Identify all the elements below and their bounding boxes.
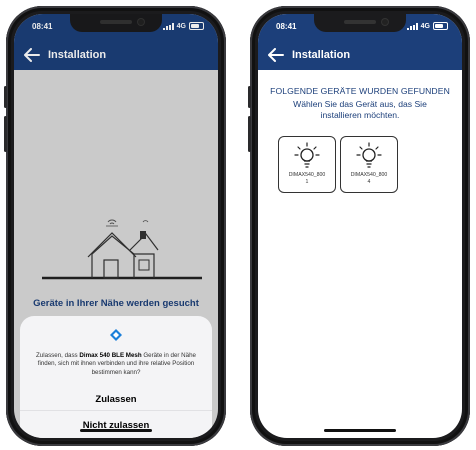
- side-button: [248, 86, 251, 108]
- status-bar: 08:41 4G: [258, 14, 462, 40]
- side-button: [248, 116, 251, 152]
- device-name: DIMAX540_800: [288, 172, 326, 178]
- bluetooth-diamond-icon: [109, 328, 123, 347]
- device-name: DIMAX540_800: [350, 172, 388, 178]
- home-indicator[interactable]: [324, 429, 396, 432]
- network-type: 4G: [420, 22, 430, 30]
- battery-icon: [433, 22, 448, 30]
- side-button: [4, 116, 7, 152]
- divider: [20, 410, 212, 411]
- device-card-1[interactable]: DIMAX540_800 1: [278, 136, 336, 193]
- back-arrow-icon[interactable]: [264, 43, 288, 67]
- bulb-icon: [294, 141, 320, 176]
- notch: [314, 14, 406, 32]
- page-title: Installation: [292, 49, 351, 61]
- screen-right: 08:41 4G Installation FOLGENDE GERÄTE WU…: [258, 14, 462, 438]
- found-devices-title: FOLGENDE GERÄTE WURDEN GEFUNDEN: [270, 86, 450, 96]
- device-label: DIMAX540_800 4: [341, 172, 397, 185]
- app-name: Dimax 540 BLE Mesh: [79, 352, 142, 359]
- side-button: [4, 86, 7, 108]
- permission-text: Zulassen, dass Dimax 540 BLE Mesh Geräte…: [28, 352, 204, 377]
- app-bar: Installation: [258, 40, 462, 70]
- status-time: 08:41: [276, 22, 297, 31]
- phone-frame-left: 08:41 4G Installation Geräte in Ihrer Nä…: [4, 6, 226, 446]
- status-indicators: 4G: [406, 22, 448, 30]
- device-label: DIMAX540_800 1: [279, 172, 335, 185]
- permission-text-before: Zulassen, dass: [36, 352, 80, 359]
- home-indicator[interactable]: [80, 429, 152, 432]
- screen-left: 08:41 4G Installation Geräte in Ihrer Nä…: [14, 14, 218, 438]
- device-index: 1: [305, 178, 309, 185]
- found-devices-subtitle: Wählen Sie das Gerät aus, das Sie instal…: [293, 99, 427, 120]
- device-card-2[interactable]: DIMAX540_800 4: [340, 136, 398, 193]
- bulb-icon: [356, 141, 382, 176]
- device-index: 4: [367, 178, 371, 185]
- permission-sheet: Zulassen, dass Dimax 540 BLE Mesh Geräte…: [20, 316, 212, 438]
- phone-frame-right: 08:41 4G Installation FOLGENDE GERÄTE WU…: [248, 6, 470, 446]
- allow-button[interactable]: Zulassen: [20, 394, 212, 405]
- signal-icon: [406, 22, 418, 30]
